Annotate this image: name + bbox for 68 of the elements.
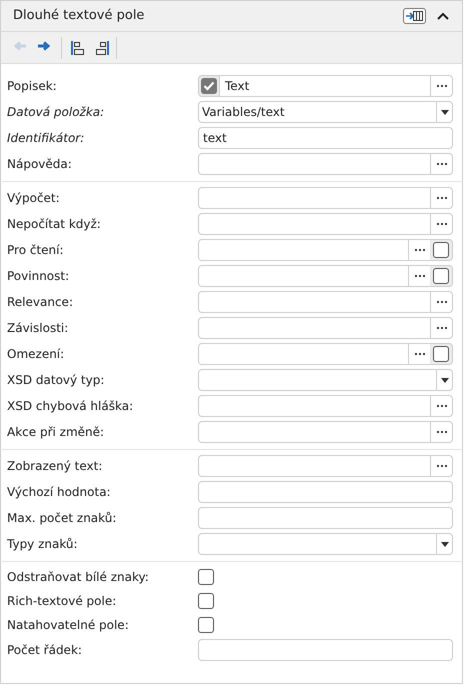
field-label: Odstraňovat bílé znaky: bbox=[7, 569, 150, 586]
checkbox[interactable] bbox=[201, 78, 217, 94]
ellipsis-icon bbox=[436, 84, 448, 88]
input-field[interactable] bbox=[198, 153, 453, 175]
input-field[interactable]: Text bbox=[198, 75, 453, 97]
checkbox[interactable] bbox=[433, 242, 449, 258]
checkbox[interactable] bbox=[198, 593, 214, 609]
input-field[interactable] bbox=[198, 421, 453, 443]
field-label: Výpočet: bbox=[7, 190, 61, 207]
field-label: Natahovatelné pole: bbox=[7, 617, 130, 634]
dropdown-caret-icon bbox=[440, 110, 448, 114]
ellipsis-icon bbox=[436, 196, 448, 200]
field-label: Typy znaků: bbox=[7, 536, 79, 553]
input-field[interactable] bbox=[198, 395, 453, 417]
field-label: XSD chybová hláška: bbox=[7, 398, 134, 415]
checkmark-icon bbox=[203, 81, 215, 91]
checkbox[interactable] bbox=[433, 346, 449, 362]
caret-icon bbox=[437, 12, 449, 20]
field-label: Datová položka: bbox=[7, 104, 106, 121]
align-right-icon bbox=[95, 40, 109, 54]
field-label: Max. počet znaků: bbox=[7, 510, 118, 527]
input-field[interactable]: text bbox=[198, 127, 453, 149]
input-field[interactable] bbox=[198, 265, 453, 287]
input-field[interactable] bbox=[198, 187, 453, 209]
input-field[interactable] bbox=[198, 507, 453, 529]
ellipsis-icon bbox=[436, 404, 448, 408]
checkbox[interactable] bbox=[198, 569, 214, 585]
field-label: Pro čtení: bbox=[7, 242, 65, 259]
dock-button[interactable] bbox=[403, 8, 426, 24]
field-label: Nápověda: bbox=[7, 156, 73, 173]
field-label: Popisek: bbox=[7, 78, 58, 95]
input-field[interactable] bbox=[198, 291, 453, 313]
field-label: Rich-textové pole: bbox=[7, 593, 118, 610]
ellipsis-icon bbox=[436, 326, 448, 330]
dropdown[interactable]: Variables/text bbox=[198, 101, 453, 123]
field-label: Výchozí hodnota: bbox=[7, 484, 112, 501]
ellipsis-icon bbox=[436, 300, 448, 304]
input-field[interactable] bbox=[198, 455, 453, 477]
input-field[interactable] bbox=[198, 481, 453, 503]
panel-title: Dlouhé textové pole bbox=[13, 7, 146, 26]
field-label: Povinnost: bbox=[7, 268, 70, 285]
input-field[interactable] bbox=[198, 343, 453, 365]
dropdown-caret-icon bbox=[440, 542, 448, 546]
checkbox[interactable] bbox=[433, 268, 449, 284]
input-field[interactable] bbox=[198, 239, 453, 261]
ellipsis-icon bbox=[436, 162, 448, 166]
ellipsis-icon bbox=[414, 248, 426, 252]
input-field[interactable] bbox=[198, 639, 453, 661]
ellipsis-icon bbox=[436, 430, 448, 434]
field-label: Počet řádek: bbox=[7, 642, 83, 659]
field-label: Závislosti: bbox=[7, 320, 70, 337]
dock-icon bbox=[406, 11, 423, 21]
field-label: XSD datový typ: bbox=[7, 372, 106, 389]
checkbox[interactable] bbox=[198, 617, 214, 633]
ellipsis-icon bbox=[414, 274, 426, 278]
field-label: Akce při změně: bbox=[7, 424, 106, 441]
input-field[interactable] bbox=[198, 213, 453, 235]
align-left-icon bbox=[71, 40, 85, 54]
field-label: Omezení: bbox=[7, 346, 66, 363]
input-field[interactable] bbox=[198, 317, 453, 339]
field-label: Identifikátor: bbox=[7, 130, 86, 147]
ellipsis-icon bbox=[436, 222, 448, 226]
field-label: Relevance: bbox=[7, 294, 74, 311]
field-label: Zobrazený text: bbox=[7, 458, 104, 475]
dropdown-caret-icon bbox=[440, 378, 448, 382]
ellipsis-icon bbox=[414, 352, 426, 356]
field-label: Nepočítat když: bbox=[7, 216, 102, 233]
ellipsis-icon bbox=[436, 464, 448, 468]
